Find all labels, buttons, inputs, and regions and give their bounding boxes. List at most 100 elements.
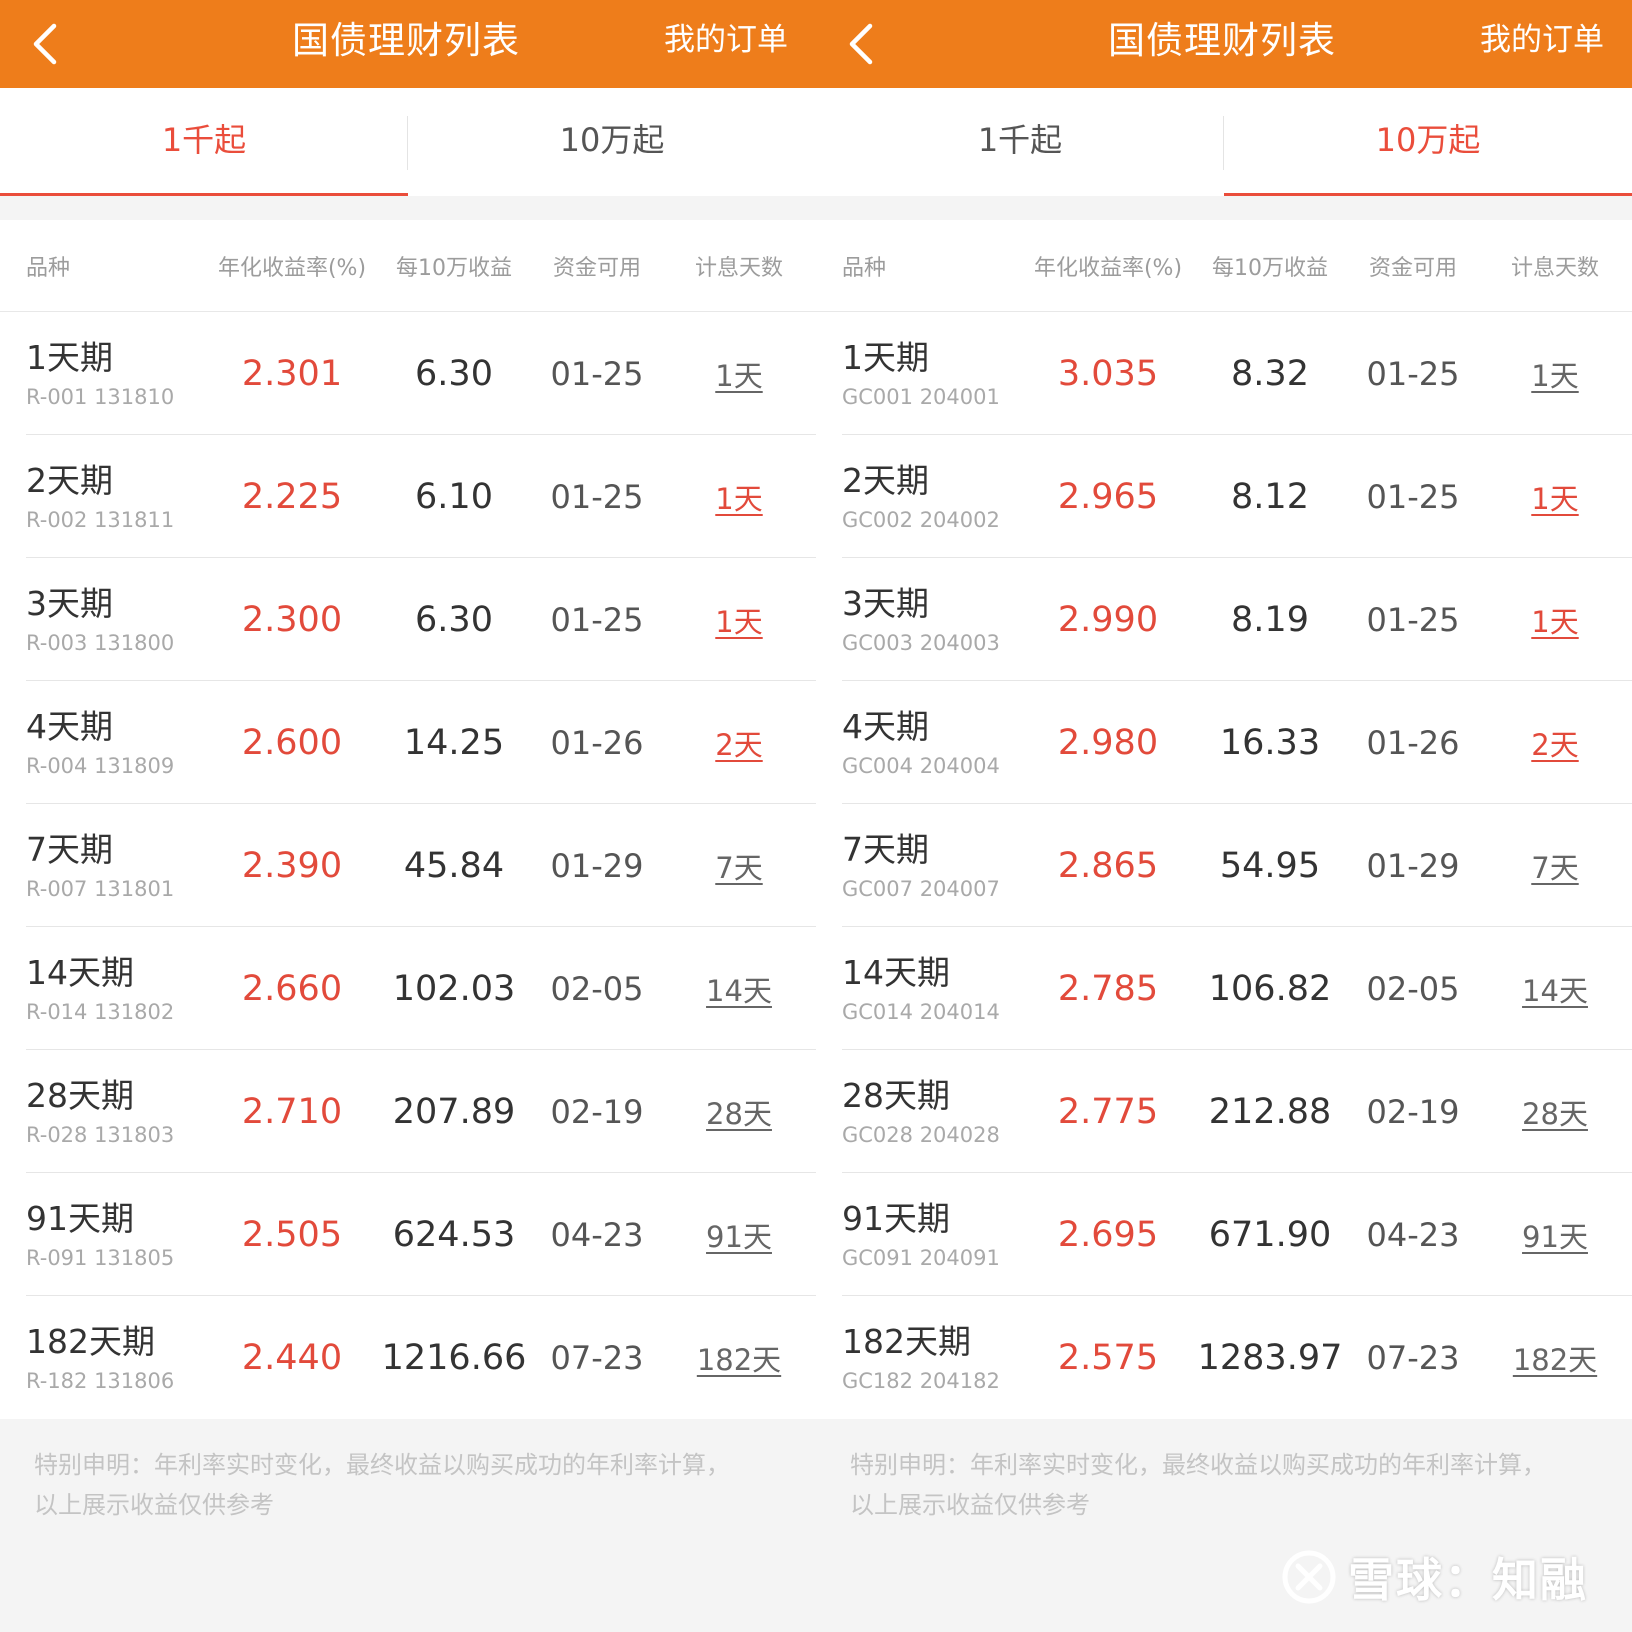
term-name: 14天期 bbox=[842, 952, 950, 992]
app-header: 国债理财列表 我的订单 bbox=[0, 0, 816, 88]
table-row[interactable]: 3天期 GC003 204003 2.990 8.19 01-25 1天 bbox=[816, 558, 1632, 681]
my-orders-link[interactable]: 我的订单 bbox=[664, 0, 788, 88]
watermark-text: 雪球：知融 bbox=[1348, 1553, 1588, 1607]
tab-1k[interactable]: 1千起 bbox=[0, 88, 408, 196]
table-row[interactable]: 4天期 GC004 204004 2.980 16.33 01-26 2天 bbox=[816, 681, 1632, 804]
interest-days-cell: 182天 bbox=[662, 1337, 816, 1379]
bond-table: 品种 年化收益率(%) 每10万收益 资金可用 计息天数 1天期 GC001 20… bbox=[816, 220, 1632, 1419]
interest-days-cell: 1天 bbox=[662, 476, 816, 518]
table-row[interactable]: 28天期 R-028 131803 2.710 207.89 02-19 28天 bbox=[0, 1050, 816, 1173]
app-header: 国债理财列表 我的订单 bbox=[816, 0, 1632, 88]
table-row[interactable]: 1天期 GC001 204001 3.035 8.32 01-25 1天 bbox=[816, 312, 1632, 435]
table-row[interactable]: 7天期 GC007 204007 2.865 54.95 01-29 7天 bbox=[816, 804, 1632, 927]
funds-available-date: 01-25 bbox=[1366, 354, 1460, 393]
interest-days-link[interactable]: 1天 bbox=[715, 605, 762, 639]
interest-days-link[interactable]: 1天 bbox=[715, 359, 762, 393]
earnings-per-100k: 14.25 bbox=[403, 722, 505, 763]
earnings-per-100k: 8.19 bbox=[1231, 599, 1309, 640]
table-row[interactable]: 28天期 GC028 204028 2.775 212.88 02-19 28天 bbox=[816, 1050, 1632, 1173]
interest-days-link[interactable]: 1天 bbox=[1531, 359, 1578, 393]
bond-code: R-004 131809 bbox=[26, 753, 175, 778]
table-row[interactable]: 14天期 GC014 204014 2.785 106.82 02-05 14天 bbox=[816, 927, 1632, 1050]
annual-rate: 2.301 bbox=[241, 353, 343, 394]
funds-available-date: 01-25 bbox=[550, 477, 644, 516]
variety-cell: 182天期 R-182 131806 bbox=[0, 1320, 200, 1396]
section-gap bbox=[0, 196, 816, 220]
funds-available-date: 04-23 bbox=[1366, 1215, 1460, 1254]
funds-available-date: 02-19 bbox=[550, 1092, 644, 1131]
column-header-variety: 品种 bbox=[842, 255, 887, 281]
table-row[interactable]: 7天期 R-007 131801 2.390 45.84 01-29 7天 bbox=[0, 804, 816, 927]
tab-1k[interactable]: 1千起 bbox=[816, 88, 1224, 196]
interest-days-link[interactable]: 14天 bbox=[1522, 974, 1588, 1008]
variety-cell: 4天期 R-004 131809 bbox=[0, 705, 200, 781]
earnings-per-100k: 624.53 bbox=[392, 1214, 516, 1255]
table-row[interactable]: 14天期 R-014 131802 2.660 102.03 02-05 14天 bbox=[0, 927, 816, 1050]
disclaimer: 特别申明：年利率实时变化，最终收益以购买成功的年利率计算， 以上展示收益仅供参考 bbox=[816, 1419, 1632, 1525]
funds-available-date: 02-05 bbox=[1366, 969, 1460, 1008]
interest-days-link[interactable]: 7天 bbox=[715, 851, 762, 885]
interest-days-cell: 1天 bbox=[662, 599, 816, 641]
bond-code: GC004 204004 bbox=[842, 753, 1000, 778]
interest-days-link[interactable]: 28天 bbox=[1522, 1097, 1588, 1131]
column-header-available: 资金可用 bbox=[552, 255, 641, 281]
interest-days-link[interactable]: 14天 bbox=[706, 974, 772, 1008]
annual-rate: 2.505 bbox=[241, 1214, 343, 1255]
bond-code: R-002 131811 bbox=[26, 507, 175, 532]
interest-days-link[interactable]: 2天 bbox=[715, 728, 762, 762]
interest-days-link[interactable]: 28天 bbox=[706, 1097, 772, 1131]
term-name: 3天期 bbox=[26, 583, 113, 623]
term-name: 4天期 bbox=[26, 706, 113, 746]
funds-available-date: 01-25 bbox=[1366, 600, 1460, 639]
interest-days-link[interactable]: 1天 bbox=[1531, 482, 1578, 516]
earnings-per-100k: 6.30 bbox=[415, 599, 493, 640]
interest-days-link[interactable]: 182天 bbox=[1513, 1343, 1597, 1377]
annual-rate: 2.575 bbox=[1057, 1337, 1159, 1378]
interest-days-link[interactable]: 91天 bbox=[706, 1220, 772, 1254]
earnings-per-100k: 54.95 bbox=[1219, 845, 1321, 886]
interest-days-link[interactable]: 1天 bbox=[715, 482, 762, 516]
variety-cell: 14天期 GC014 204014 bbox=[816, 951, 1016, 1027]
bond-table: 品种 年化收益率(%) 每10万收益 资金可用 计息天数 1天期 R-001 13… bbox=[0, 220, 816, 1419]
interest-days-link[interactable]: 1天 bbox=[1531, 605, 1578, 639]
earnings-per-100k: 6.10 bbox=[415, 476, 493, 517]
table-row[interactable]: 1天期 R-001 131810 2.301 6.30 01-25 1天 bbox=[0, 312, 816, 435]
variety-cell: 3天期 GC003 204003 bbox=[816, 582, 1016, 658]
screen-right: 国债理财列表 我的订单 1千起 10万起 品种 年化收益率(%) 每10万收益 … bbox=[816, 0, 1632, 1632]
table-row[interactable]: 2天期 GC002 204002 2.965 8.12 01-25 1天 bbox=[816, 435, 1632, 558]
term-name: 2天期 bbox=[26, 460, 113, 500]
term-name: 2天期 bbox=[842, 460, 929, 500]
interest-days-link[interactable]: 2天 bbox=[1531, 728, 1578, 762]
bond-code: GC091 204091 bbox=[842, 1245, 1000, 1270]
annual-rate: 2.865 bbox=[1057, 845, 1159, 886]
table-body: 1天期 R-001 131810 2.301 6.30 01-25 1天 2天期 R-002 … bbox=[0, 312, 816, 1419]
table-row[interactable]: 182天期 GC182 204182 2.575 1283.97 07-23 182天 bbox=[816, 1296, 1632, 1419]
variety-cell: 7天期 GC007 204007 bbox=[816, 828, 1016, 904]
bond-code: GC182 204182 bbox=[842, 1368, 1000, 1393]
variety-cell: 7天期 R-007 131801 bbox=[0, 828, 200, 904]
my-orders-link[interactable]: 我的订单 bbox=[1480, 0, 1604, 88]
bond-code: R-001 131810 bbox=[26, 384, 175, 409]
bond-code: R-028 131803 bbox=[26, 1122, 175, 1147]
variety-cell: 1天期 R-001 131810 bbox=[0, 336, 200, 412]
term-name: 182天期 bbox=[842, 1321, 971, 1361]
interest-days-cell: 182天 bbox=[1478, 1337, 1632, 1379]
table-row[interactable]: 2天期 R-002 131811 2.225 6.10 01-25 1天 bbox=[0, 435, 816, 558]
interest-days-cell: 91天 bbox=[1478, 1214, 1632, 1256]
variety-cell: 3天期 R-003 131800 bbox=[0, 582, 200, 658]
tab-100k[interactable]: 10万起 bbox=[1224, 88, 1632, 196]
earnings-per-100k: 212.88 bbox=[1208, 1091, 1332, 1132]
table-row[interactable]: 4天期 R-004 131809 2.600 14.25 01-26 2天 bbox=[0, 681, 816, 804]
interest-days-cell: 28天 bbox=[662, 1091, 816, 1133]
table-row[interactable]: 91天期 R-091 131805 2.505 624.53 04-23 91天 bbox=[0, 1173, 816, 1296]
tab-100k[interactable]: 10万起 bbox=[408, 88, 816, 196]
variety-cell: 28天期 R-028 131803 bbox=[0, 1074, 200, 1150]
table-row[interactable]: 3天期 R-003 131800 2.300 6.30 01-25 1天 bbox=[0, 558, 816, 681]
interest-days-link[interactable]: 7天 bbox=[1531, 851, 1578, 885]
table-row[interactable]: 182天期 R-182 131806 2.440 1216.66 07-23 182天 bbox=[0, 1296, 816, 1419]
term-name: 28天期 bbox=[842, 1075, 950, 1115]
interest-days-cell: 1天 bbox=[662, 353, 816, 395]
interest-days-link[interactable]: 182天 bbox=[697, 1343, 781, 1377]
table-row[interactable]: 91天期 GC091 204091 2.695 671.90 04-23 91天 bbox=[816, 1173, 1632, 1296]
interest-days-link[interactable]: 91天 bbox=[1522, 1220, 1588, 1254]
